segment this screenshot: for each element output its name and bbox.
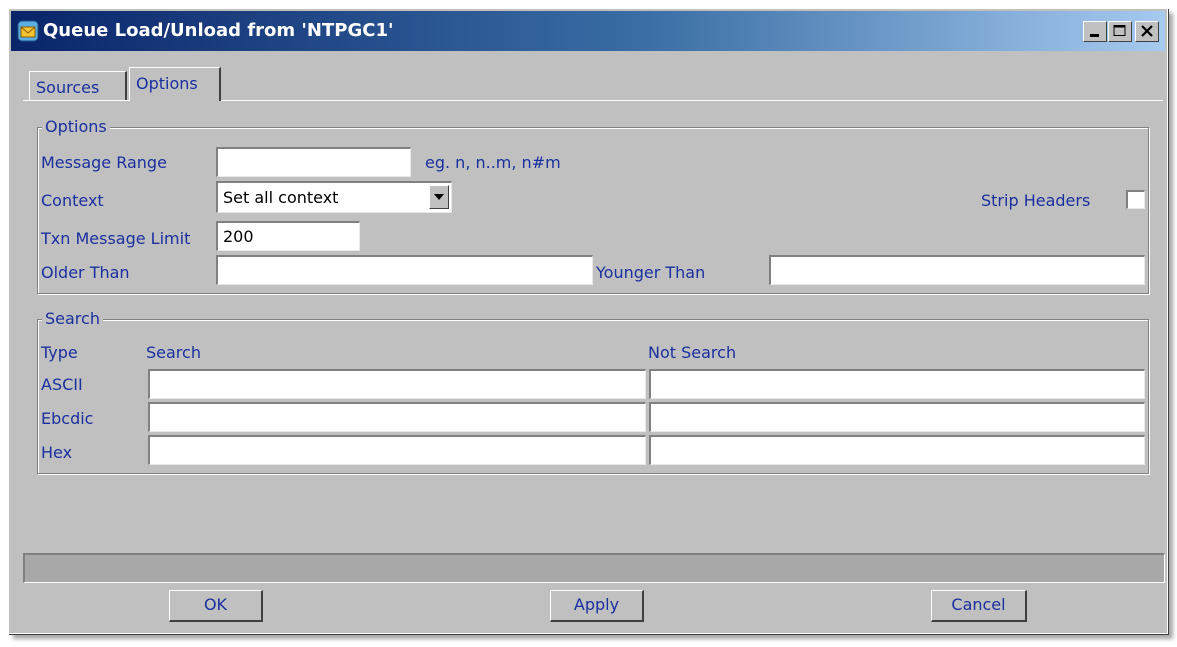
older-than-input[interactable] (216, 255, 593, 285)
dropdown-button[interactable] (429, 185, 449, 209)
strip-headers-label: Strip Headers (981, 191, 1091, 210)
ascii-search-input[interactable] (148, 369, 646, 399)
options-group-title: Options (42, 117, 110, 136)
message-range-input[interactable] (216, 147, 411, 177)
row-type-hex: Hex (41, 443, 73, 462)
chevron-down-icon (434, 194, 444, 200)
close-icon (1141, 25, 1153, 37)
ok-button[interactable]: OK (169, 590, 263, 622)
tab-sources[interactable]: Sources (29, 71, 127, 101)
search-group-title: Search (42, 309, 103, 328)
title-bar[interactable]: Queue Load/Unload from 'NTPGC1' (11, 11, 1165, 51)
not-search-header: Not Search (648, 343, 737, 362)
context-select-value: Set all context (223, 188, 339, 207)
strip-headers-checkbox[interactable] (1126, 190, 1145, 209)
dialog-window: Queue Load/Unload from 'NTPGC1' Sources … (8, 8, 1168, 634)
row-type-ascii: ASCII (41, 375, 83, 394)
older-than-label: Older Than (41, 263, 130, 282)
message-range-hint: eg. n, n..m, n#m (425, 153, 561, 172)
tab-options[interactable]: Options (129, 67, 221, 101)
message-range-label: Message Range (41, 153, 167, 172)
txn-limit-input[interactable] (216, 221, 360, 251)
type-header: Type (41, 343, 78, 362)
tab-options-label: Options (136, 74, 198, 93)
minimize-button[interactable] (1083, 21, 1107, 42)
close-button[interactable] (1135, 21, 1159, 42)
maximize-icon (1113, 25, 1126, 36)
ebcdic-not-search-input[interactable] (649, 402, 1145, 432)
maximize-button[interactable] (1108, 21, 1132, 42)
tab-sources-label: Sources (36, 78, 100, 97)
younger-than-input[interactable] (769, 255, 1145, 285)
apply-button[interactable]: Apply (550, 590, 644, 622)
window-title: Queue Load/Unload from 'NTPGC1' (43, 20, 394, 41)
search-header: Search (146, 343, 201, 362)
context-label: Context (41, 191, 104, 210)
app-icon (17, 20, 39, 42)
ascii-not-search-input[interactable] (649, 369, 1145, 399)
ebcdic-search-input[interactable] (148, 402, 646, 432)
hex-search-input[interactable] (148, 435, 646, 465)
txn-limit-label: Txn Message Limit (41, 229, 191, 248)
status-bar (23, 553, 1165, 583)
row-type-ebcdic: Ebcdic (41, 409, 94, 428)
cancel-button[interactable]: Cancel (931, 590, 1027, 622)
minimize-icon (1090, 34, 1099, 37)
context-select[interactable]: Set all context (216, 181, 452, 213)
younger-than-label: Younger Than (596, 263, 706, 282)
hex-not-search-input[interactable] (649, 435, 1145, 465)
